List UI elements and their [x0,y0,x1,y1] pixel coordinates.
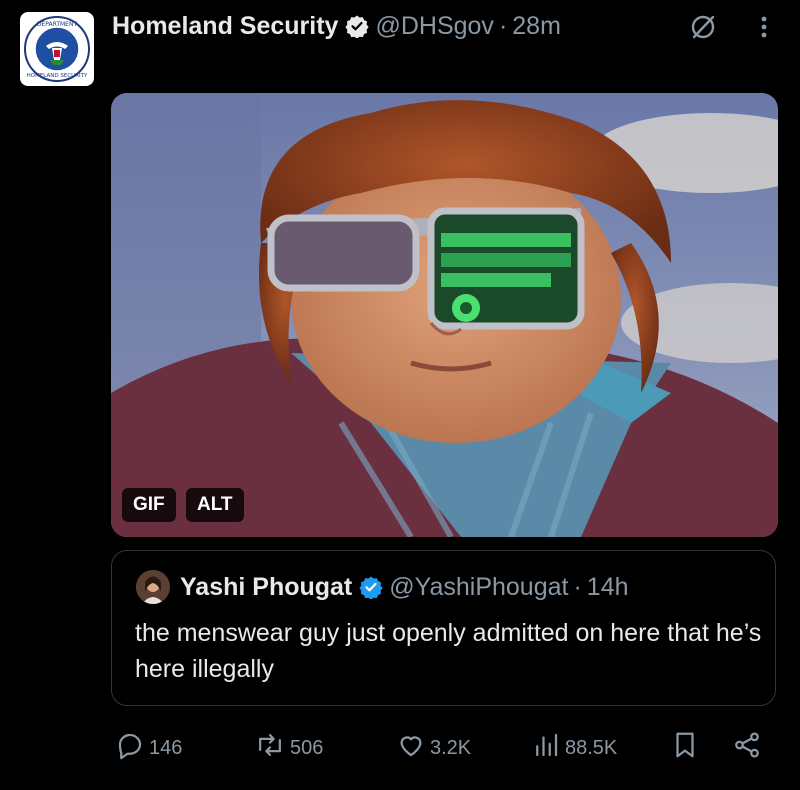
share-button[interactable] [732,730,766,766]
like-count: 3.2K [430,736,472,759]
svg-text:DEPARTMENT: DEPARTMENT [37,21,78,28]
repost-button[interactable]: 506 [254,730,323,766]
reply-button[interactable]: 146 [115,730,182,766]
repost-count: 506 [290,736,324,759]
svg-text:HOMELAND SECURITY: HOMELAND SECURITY [27,73,88,79]
views-chart-icon [531,730,565,766]
bookmark-icon [670,730,704,766]
reply-count: 146 [149,736,183,759]
quoted-tweet-header: Yashi Phougat @YashiPhougat · 14h [136,569,629,605]
author-avatar[interactable]: DEPARTMENT HOMELAND SECURITY [20,12,94,86]
views-button[interactable]: 88.5K [531,730,617,766]
gif-image [111,93,778,537]
more-options-icon[interactable] [754,12,774,47]
views-count: 88.5K [565,736,618,759]
author-name[interactable]: Homeland Security [112,12,338,41]
quoted-author-avatar[interactable] [136,570,170,604]
verified-badge-icon [345,14,370,38]
tweet-header: Homeland Security @DHSgov · 28m [112,10,561,42]
tweet-gif-media[interactable] [111,93,778,537]
quoted-tweet[interactable]: Yashi Phougat @YashiPhougat · 14h the me… [111,550,776,706]
tweet-action-bar: 146 506 3.2K 88.5K [0,726,800,766]
dhs-seal-icon: DEPARTMENT HOMELAND SECURITY [24,16,90,82]
grok-icon[interactable] [688,12,718,47]
quoted-author-name[interactable]: Yashi Phougat [180,573,352,602]
author-handle[interactable]: @DHSgov [375,12,493,41]
separator-dot: · [498,11,508,40]
tweet-timestamp[interactable]: 28m [512,12,561,41]
alt-text-button[interactable]: ALT [186,488,244,522]
quoted-timestamp[interactable]: 14h [587,573,629,602]
quoted-tweet-text: the menswear guy just openly admitted on… [135,619,762,683]
quoted-verified-badge-icon [359,575,383,599]
bookmark-button[interactable] [670,730,704,766]
reply-icon [115,730,149,766]
share-icon [732,730,766,766]
heart-icon [396,730,430,766]
like-button[interactable]: 3.2K [396,730,471,766]
gif-badge: GIF [122,488,176,522]
quoted-author-handle[interactable]: @YashiPhougat [389,573,568,602]
repost-icon [254,730,290,766]
quoted-separator-dot: · [573,572,582,601]
